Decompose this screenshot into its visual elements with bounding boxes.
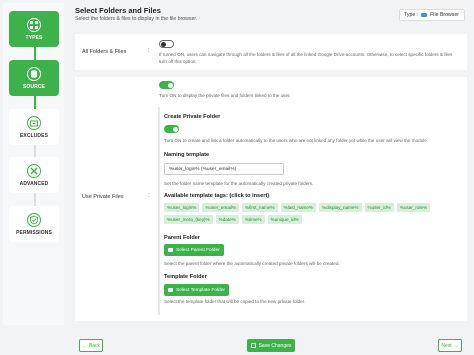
naming-template-input[interactable]: %user_login% (%user_email%): [164, 163, 284, 175]
all-folders-description: If turned ON, users can navigate through…: [159, 52, 453, 64]
template-tag[interactable]: %user_email%: [202, 203, 240, 212]
type-value: File Browser: [430, 12, 459, 18]
toggle-knob: [168, 82, 173, 88]
next-label: Next: [441, 342, 452, 349]
template-tags: %user_login% %user_email% %first_name% %…: [164, 203, 458, 224]
shield-check-icon: [27, 212, 41, 227]
button-label: Select Template Folder: [176, 287, 225, 293]
private-files-toggle[interactable]: [159, 81, 174, 89]
template-tags-title: Available template tags: (click to inser…: [164, 193, 270, 199]
step-label: EXCLUDES: [19, 132, 49, 139]
all-folders-card: All Folders & Files : If turned ON, user…: [75, 34, 467, 70]
template-tag[interactable]: %user_meta_{key}%: [164, 215, 213, 224]
step-advanced[interactable]: ADVANCED: [9, 157, 59, 193]
create-private-folder-description: Turn ON to create and link a folder auto…: [164, 138, 429, 143]
save-changes-button[interactable]: Save Changes: [247, 339, 295, 352]
wizard-sidebar: TYPES SOURCE EXCLUDES ADVANCED PERMISSIO…: [3, 3, 64, 325]
label-colon: :: [148, 193, 150, 199]
next-button[interactable]: Next →: [438, 339, 462, 352]
tools-icon: [27, 163, 41, 178]
label-colon: :: [148, 48, 150, 54]
select-parent-folder-button[interactable]: Select Parent Folder: [164, 244, 224, 256]
step-connector: [34, 47, 36, 61]
private-files-label: Use Private Files: [82, 194, 124, 200]
parent-folder-description: Select the parent folder where the autom…: [164, 261, 340, 266]
type-label: Type :: [404, 12, 419, 18]
naming-template-title: Naming template: [164, 152, 210, 158]
template-tag[interactable]: %user_role%: [396, 203, 431, 212]
create-private-folder-toggle[interactable]: [164, 125, 179, 133]
step-label: ADVANCED: [19, 180, 49, 187]
step-label: TYPES: [25, 34, 43, 41]
save-icon: [250, 343, 256, 348]
folder-icon: [168, 248, 173, 252]
database-icon: [27, 66, 41, 81]
create-private-folder-title: Create Private Folder: [164, 114, 221, 120]
toggle-knob: [161, 41, 166, 47]
type-badge: Type : File Browser: [399, 9, 465, 21]
folder-icon: [168, 288, 173, 292]
template-tag[interactable]: %date%: [215, 215, 239, 224]
step-label: PERMISSIONS: [16, 229, 52, 236]
toggle-knob: [173, 126, 178, 132]
folder-minus-icon: [27, 115, 41, 130]
arrow-left-icon: ←: [81, 342, 87, 349]
step-label: SOURCE: [23, 83, 45, 90]
template-tag[interactable]: %unique_id%: [267, 215, 302, 224]
template-tag[interactable]: %first_name%: [242, 203, 278, 212]
template-tag[interactable]: %display_name%: [319, 203, 362, 212]
page-subtitle: Select the folders & files to display in…: [75, 16, 198, 22]
save-label: Save Changes: [258, 342, 292, 349]
select-template-folder-button[interactable]: Select Template Folder: [164, 284, 229, 296]
template-tag[interactable]: %user_login%: [164, 203, 200, 212]
template-tag[interactable]: %time%: [241, 215, 265, 224]
back-button[interactable]: ← Back: [79, 339, 103, 352]
back-label: Back: [88, 342, 101, 349]
arrow-right-icon: →: [453, 342, 459, 349]
step-types[interactable]: TYPES: [9, 11, 59, 47]
naming-template-description: Set the folder name template for the aut…: [164, 181, 314, 186]
step-connector: [34, 193, 36, 207]
template-tag[interactable]: %last_name%: [280, 203, 317, 212]
private-files-description: Turn ON to display the private files and…: [159, 93, 291, 98]
step-source[interactable]: SOURCE: [9, 60, 59, 96]
folder-icon: [421, 12, 428, 18]
all-folders-label: All Folders & Files: [82, 49, 127, 55]
step-permissions[interactable]: PERMISSIONS: [9, 206, 59, 242]
template-folder-title: Template Folder: [164, 274, 207, 280]
page-title: Select Folders and Files: [75, 6, 161, 15]
parent-folder-title: Parent Folder: [164, 235, 201, 241]
template-folder-description: Select the template folder that will be …: [164, 299, 306, 304]
step-excludes[interactable]: EXCLUDES: [9, 109, 59, 145]
button-label: Select Parent Folder: [176, 247, 220, 253]
grid-icon: [27, 17, 41, 32]
template-tag[interactable]: %user_id%: [364, 203, 394, 212]
all-folders-toggle[interactable]: [159, 40, 174, 48]
step-connector: [34, 96, 36, 110]
